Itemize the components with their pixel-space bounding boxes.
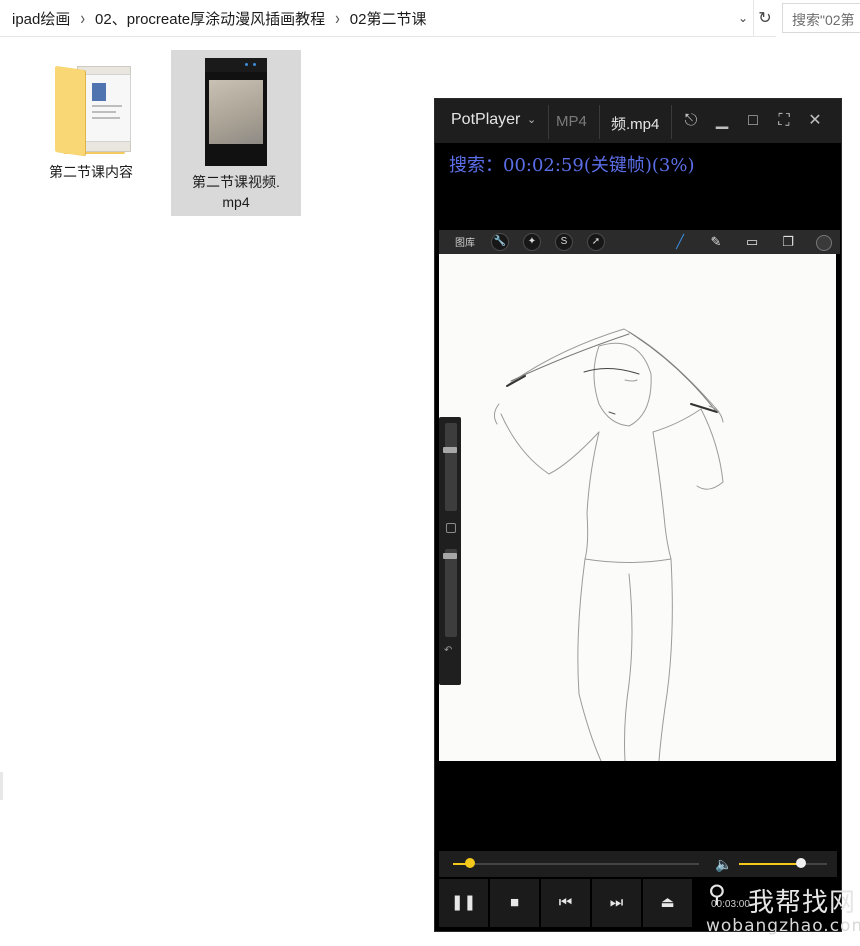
player-seekbar-row: 🔈 (439, 851, 837, 877)
breadcrumb-item-course[interactable]: 02、procreate厚涂动漫风插画教程 (93, 8, 327, 29)
selection-icon: S (555, 233, 573, 251)
pause-button[interactable]: ❚❚ (439, 879, 488, 927)
seek-osd-message: 搜索：00:02:59(关键帧)(3%) (449, 155, 695, 176)
magnifier-icon: ⚲ (708, 881, 726, 908)
file-name-line1: 第二节课视频. (192, 174, 280, 190)
stop-button[interactable]: ■ (490, 879, 539, 927)
breadcrumb-chevron-icon[interactable]: › (335, 8, 340, 29)
seek-track[interactable] (453, 863, 699, 865)
breadcrumb: ipad绘画 › 02、procreate厚涂动漫风插画教程 › 02第二节课 (0, 0, 428, 36)
file-item-video[interactable]: 第二节课视频. mp4 (171, 50, 301, 216)
layers-icon: ❐ (782, 234, 794, 249)
seek-handle[interactable] (465, 858, 476, 868)
folder-icon (51, 52, 131, 162)
gallery-label: 图库 (455, 238, 475, 249)
chevron-down-icon[interactable]: ⌄ (527, 113, 536, 126)
color-icon (816, 235, 832, 251)
procreate-canvas (439, 254, 836, 761)
eraser-icon: ▭ (745, 234, 759, 249)
tab-format[interactable]: MP4 (556, 113, 587, 130)
minimize-icon[interactable]: ▁ (710, 109, 734, 133)
file-name-line2: mp4 (222, 194, 250, 210)
refresh-icon[interactable]: ↻ (753, 0, 776, 36)
fullscreen-icon[interactable]: ⛶ (772, 109, 796, 133)
breadcrumb-item-current[interactable]: 02第二节课 (348, 8, 429, 29)
breadcrumb-chevron-icon[interactable]: › (80, 8, 85, 29)
eject-button[interactable]: ⏏ (643, 879, 692, 927)
opacity-knob (443, 553, 457, 559)
tab-file[interactable]: 频.mp4 (611, 113, 659, 134)
speaker-icon[interactable]: 🔈 (715, 856, 732, 873)
sketch-drawing (493, 328, 724, 761)
breadcrumb-item-root[interactable]: ipad绘画 (10, 8, 72, 29)
player-brand-menu[interactable]: PotPlayer (451, 111, 520, 129)
brush-size-knob (443, 447, 457, 453)
potplayer-window[interactable]: PotPlayer ⌄ MP4 频.mp4 ⎋ ▁ □ ⛶ ✕ 搜索：00:02… (434, 98, 842, 932)
procreate-sidebar: ↶ (439, 417, 461, 685)
watermark-en: wobangzhao.com (706, 916, 860, 936)
file-item-folder[interactable]: 第二节课内容 (26, 52, 156, 212)
address-controls: ⌄ ↻ (733, 0, 776, 36)
player-titlebar[interactable]: PotPlayer ⌄ MP4 频.mp4 ⎋ ▁ □ ⛶ ✕ (435, 99, 841, 143)
chevron-down-icon[interactable]: ⌄ (733, 0, 753, 36)
maximize-icon[interactable]: □ (741, 109, 765, 133)
file-name: 第二节课内容 (49, 164, 133, 180)
watermark-cn: 我帮找网 (748, 887, 857, 917)
magic-wand-icon: ✦ (523, 233, 541, 251)
brush-size-slider (445, 423, 457, 511)
pin-icon[interactable]: ⎋ (679, 109, 703, 133)
brush-icon: ╱ (676, 234, 684, 249)
search-input[interactable]: 搜索"02第 (782, 3, 860, 33)
wrench-icon: 🔧 (491, 233, 509, 251)
video-thumbnail (205, 58, 267, 166)
transform-icon: ➚ (587, 233, 605, 251)
volume-fill (739, 863, 801, 865)
site-watermark: ⚲ 我帮找网 wobangzhao.com (702, 880, 860, 940)
next-button[interactable]: ⏭ (592, 879, 641, 927)
undo-icon: ↶ (444, 645, 453, 656)
modify-square-icon (446, 523, 456, 533)
smudge-icon: ✎ (710, 234, 722, 249)
procreate-toolbar: 图库 🔧 ✦ S ➚ ╱ ✎ ▭ ❐ (439, 230, 840, 254)
scroll-edge (0, 772, 3, 800)
previous-button[interactable]: ⏮ (541, 879, 590, 927)
address-bar[interactable]: ipad绘画 › 02、procreate厚涂动漫风插画教程 › 02第二节课 … (0, 0, 776, 37)
opacity-slider (445, 549, 457, 637)
close-icon[interactable]: ✕ (803, 109, 827, 133)
volume-handle[interactable] (795, 858, 806, 868)
